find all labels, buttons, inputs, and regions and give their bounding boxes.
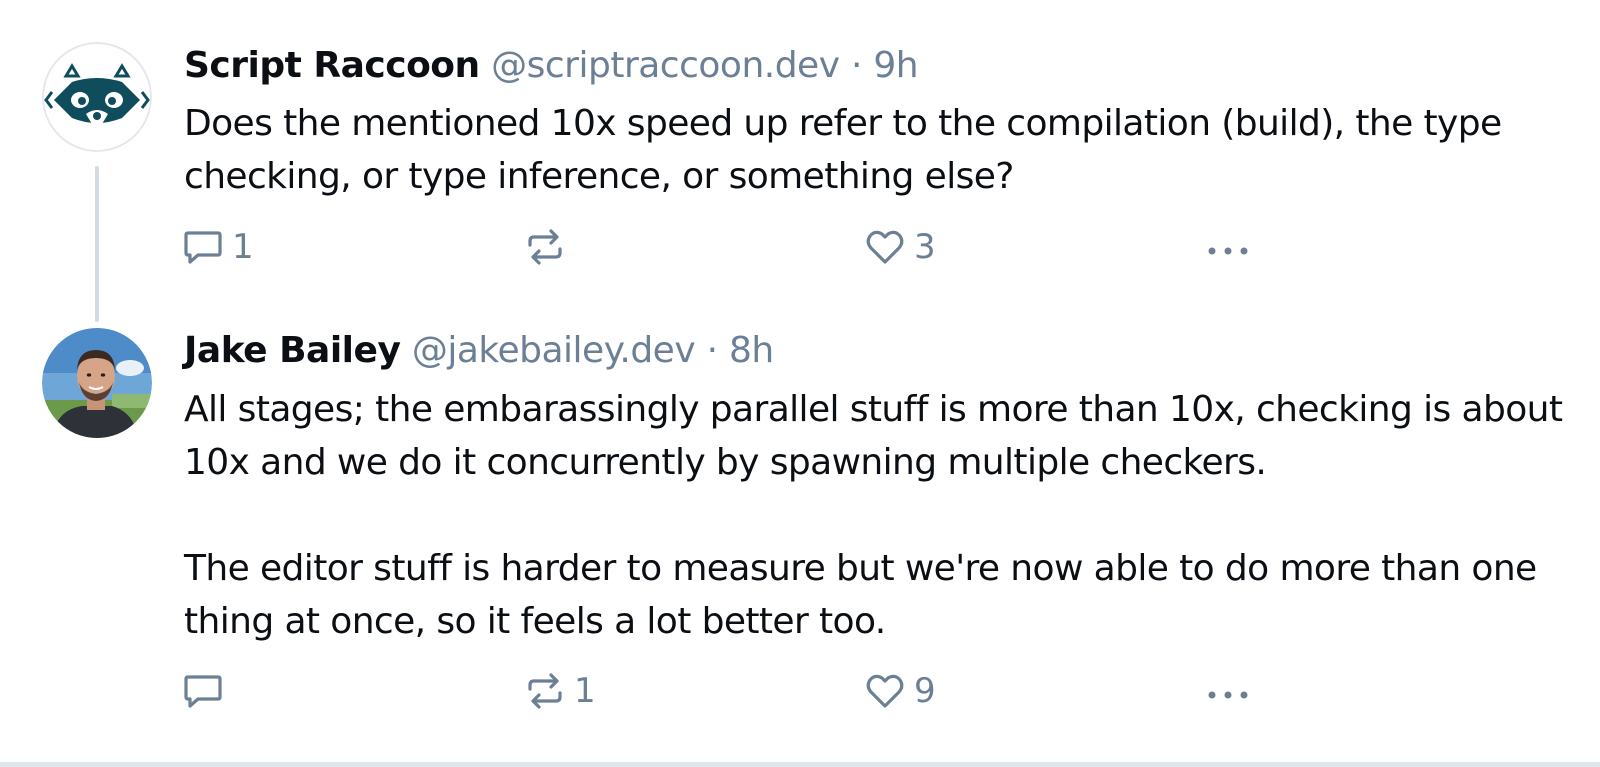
author-handle[interactable]: @jakebailey.dev <box>412 330 696 371</box>
post-paragraph: Does the mentioned 10x speed up refer to… <box>184 103 1502 197</box>
post-text: Does the mentioned 10x speed up refer to… <box>184 97 1574 203</box>
post-text: All stages; the embarassingly parallel s… <box>184 383 1574 648</box>
more-options-button[interactable] <box>1204 222 1252 272</box>
more-options-button[interactable] <box>1204 666 1252 716</box>
reply-button[interactable] <box>182 666 232 716</box>
repost-arrows-icon <box>528 673 562 709</box>
post-actions: 1 3 <box>0 222 1600 272</box>
repost-count: 1 <box>574 671 596 711</box>
post-actions: 1 9 <box>0 666 1600 716</box>
repost-button[interactable] <box>524 222 574 272</box>
ellipsis-icon <box>1208 247 1248 255</box>
separator: · <box>706 330 718 371</box>
divider <box>0 762 1600 767</box>
like-count: 9 <box>914 671 936 711</box>
like-count: 3 <box>914 227 936 267</box>
like-button[interactable]: 9 <box>864 666 936 716</box>
avatar[interactable] <box>42 328 152 438</box>
separator: · <box>850 45 862 86</box>
speech-bubble-icon <box>184 231 222 264</box>
post-header: Jake Bailey @jakebailey.dev · 8h <box>184 329 774 373</box>
reply-count: 1 <box>232 227 254 267</box>
post-time[interactable]: 8h <box>729 330 774 371</box>
post-paragraph: All stages; the embarassingly parallel s… <box>184 389 1563 483</box>
reply-button[interactable]: 1 <box>182 222 254 272</box>
raccoon-logo-icon <box>42 42 152 152</box>
heart-icon <box>866 674 904 708</box>
repost-arrows-icon <box>528 229 562 265</box>
author-display-name[interactable]: Jake Bailey <box>184 330 401 371</box>
post-script-raccoon[interactable]: Script Raccoon @scriptraccoon.dev · 9h D… <box>0 0 1600 322</box>
post-jake-bailey[interactable]: Jake Bailey @jakebailey.dev · 8h All sta… <box>0 320 1600 762</box>
author-handle[interactable]: @scriptraccoon.dev <box>491 45 840 86</box>
heart-icon <box>866 230 904 264</box>
profile-photo-icon <box>42 328 152 438</box>
author-display-name[interactable]: Script Raccoon <box>184 45 480 86</box>
like-button[interactable]: 3 <box>864 222 936 272</box>
post-header: Script Raccoon @scriptraccoon.dev · 9h <box>184 44 919 88</box>
repost-button[interactable]: 1 <box>524 666 596 716</box>
post-paragraph: The editor stuff is harder to measure bu… <box>184 548 1537 642</box>
ellipsis-icon <box>1208 691 1248 699</box>
avatar[interactable] <box>42 42 152 152</box>
speech-bubble-icon <box>184 675 222 708</box>
post-time[interactable]: 9h <box>873 45 918 86</box>
